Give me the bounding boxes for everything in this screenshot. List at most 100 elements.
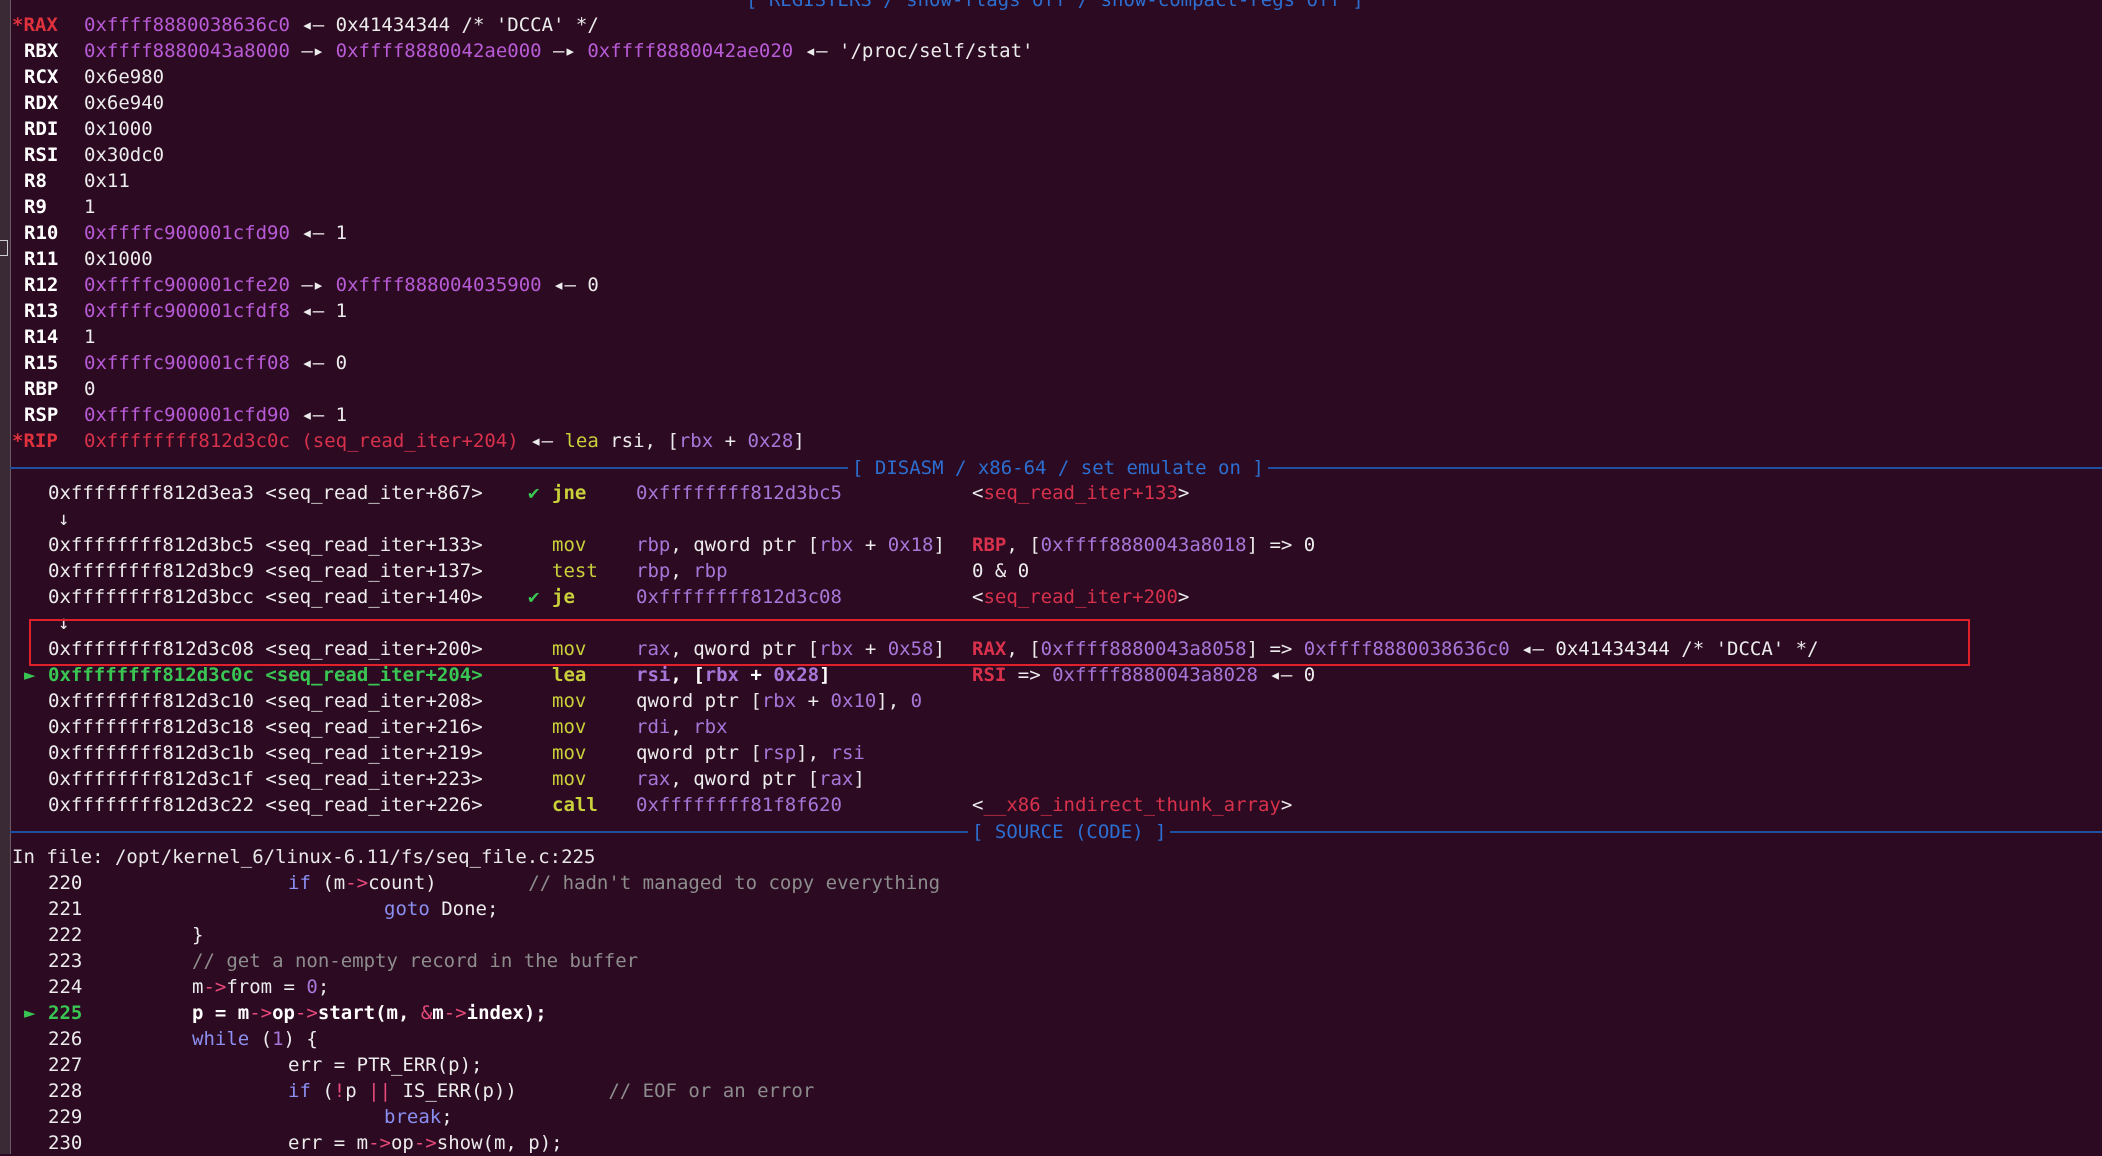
highlighted-instruction-box — [29, 619, 1970, 666]
code-token: ; — [317, 976, 330, 998]
register-name: R13 — [24, 300, 59, 322]
register-value-part: ◂— — [289, 404, 336, 426]
register-value-part: 1 — [84, 326, 96, 348]
register-value: 0xffffc900001cfd90 ◂— 1 — [84, 402, 347, 428]
register-value-part: 0x11 — [84, 170, 130, 192]
instruction-annotation: <seq_read_iter+133> — [972, 480, 1189, 506]
source-line: 222} — [0, 922, 2100, 948]
annotation-part: 0 & 0 — [972, 560, 1030, 582]
code-token: -> — [203, 976, 227, 998]
instruction-row: 0xffffffff812d3ea3 <seq_read_iter+867> ✔ j… — [0, 480, 2100, 506]
instruction-address: 0xffffffff812d3c1b <seq_read_iter+219> — [48, 742, 483, 764]
register-name: *RAX — [12, 14, 58, 36]
register-value: 0xffffc900001cff08 ◂— 0 — [84, 350, 347, 376]
line-number: 224 — [48, 976, 83, 998]
operand-part: rdi — [636, 716, 671, 738]
source-line: 223 // get a non-empty record in the buff… — [0, 948, 2100, 974]
operand-part: rbx — [704, 664, 739, 686]
source-line: 226 while (1) { — [0, 1026, 2100, 1052]
annotation-part: ◂— 0 — [1258, 664, 1316, 686]
instruction-address: 0xffffffff812d3c22 <seq_read_iter+226> — [48, 794, 483, 816]
annotation-part: < — [972, 586, 984, 608]
register-value: 0xffffc900001cfe20 —▸ 0xffff888004035900… — [84, 272, 599, 298]
instruction-annotation: <__x86_indirect_thunk_array> — [972, 792, 1292, 818]
register-name: RBP — [24, 378, 59, 400]
register-value-part: 0 — [587, 274, 599, 296]
register-value-part: 0x1000 — [84, 118, 153, 140]
code-token: -> — [294, 1002, 318, 1024]
operand-part: rbp — [636, 534, 671, 556]
register-value-part: 0xffffc900001cff08 — [84, 352, 290, 374]
operand-part: , [ — [670, 664, 705, 686]
source-code: m->from = 0; — [192, 974, 329, 1000]
code-token: goto — [384, 898, 430, 920]
code-token: // get a non-empty record in the buffer — [192, 950, 639, 972]
operand-part: ] — [853, 768, 865, 790]
register-value-part: —▸ — [289, 274, 336, 296]
register-value-part: 0xffffc900001cfd90 — [84, 222, 290, 244]
register-name: RSP — [24, 404, 59, 426]
register-name: R8 — [24, 170, 47, 192]
register-row: RSP 0xffffc900001cfd90 ◂— 1 — [0, 402, 2100, 428]
gdb-terminal[interactable]: [ REGISTERS / show-flags off / show-comp… — [0, 0, 2102, 1154]
code-token: start(m, — [317, 1002, 421, 1024]
annotation-part: RBP — [972, 534, 1007, 556]
line-number: 220 — [48, 872, 83, 894]
instruction-operands: rbp, qword ptr [rbx + 0x18] — [636, 532, 945, 558]
source-code: err = PTR_ERR(p); — [288, 1052, 482, 1078]
code-token: ( — [310, 1080, 334, 1102]
instruction-address: 0xffffffff812d3c18 <seq_read_iter+216> — [48, 716, 483, 738]
register-value: 0xffffc900001cfd90 ◂— 1 — [84, 220, 347, 246]
register-row: RCX 0x6e980 — [0, 64, 2100, 90]
register-row: *RIP 0xffffffff812d3c0c (seq_read_iter+20… — [0, 428, 2100, 454]
register-value-part: '/proc/self/stat' — [839, 40, 1034, 62]
register-value: 0x1000 — [84, 246, 153, 272]
annotation-part: ] => 0 — [1246, 534, 1316, 556]
current-source-line: ► 225 p = m->op->start(m, &m->index); — [0, 1000, 2100, 1026]
source-code: if (m->count) // hadn't managed to copy … — [288, 870, 940, 896]
instruction-row: 0xffffffff812d3bc9 <seq_read_iter+137> te… — [0, 558, 2100, 584]
operand-part: 0x18 — [887, 534, 934, 556]
register-value-part: 1 — [335, 222, 348, 244]
annotation-part: 0xffff8880043a8028 — [1052, 664, 1258, 686]
code-token: || — [368, 1080, 392, 1102]
code-token: -> — [345, 872, 369, 894]
operand-part: qword ptr [ — [636, 742, 762, 764]
register-value-part: 0xffffc900001cfd90 — [84, 404, 290, 426]
register-name: R14 — [24, 326, 59, 348]
instruction-operands: 0xffffffff81f8f620 — [636, 792, 842, 818]
line-number: 230 — [48, 1132, 83, 1154]
source-code: p = m->op->start(m, &m->index); — [192, 1000, 547, 1026]
instruction-row: 0xffffffff812d3bc5 <seq_read_iter+133> mo… — [0, 532, 2100, 558]
register-value-part: 0xffff8880038636c0 — [84, 14, 290, 36]
register-value: 0x6e940 — [84, 90, 164, 116]
line-number: 226 — [48, 1028, 83, 1050]
register-name: *RIP — [12, 430, 58, 452]
register-row: R14 1 — [0, 324, 2100, 350]
operand-part: 0 — [910, 690, 923, 712]
register-value-part: ◂— — [289, 14, 336, 36]
code-token: index); — [466, 1002, 547, 1024]
instruction-annotation: <seq_read_iter+200> — [972, 584, 1189, 610]
code-token: -> — [368, 1132, 391, 1154]
instruction-row: 0xffffffff812d3c1b <seq_read_iter+219> mo… — [0, 740, 2100, 766]
register-value-part: + — [713, 430, 748, 452]
source-banner: [ SOURCE (CODE) ] — [968, 819, 1171, 845]
operand-part: qword ptr [ — [636, 690, 762, 712]
operand-part: rsp — [761, 742, 797, 764]
operand-part: , qword ptr [ — [670, 534, 820, 556]
register-row: R15 0xffffc900001cff08 ◂— 0 — [0, 350, 2100, 376]
instruction-operands: 0xffffffff812d3c08 — [636, 584, 842, 610]
register-value-part: 1 — [335, 300, 348, 322]
code-token: ; — [441, 1106, 453, 1128]
code-token: op — [272, 1002, 295, 1024]
operand-part: , qword ptr [ — [670, 768, 820, 790]
code-token: while — [192, 1028, 250, 1050]
instruction-row: 0xffffffff812d3c22 <seq_read_iter+226> ca… — [0, 792, 2100, 818]
register-value-part: 0 — [84, 378, 96, 400]
register-value: 0 — [84, 376, 95, 402]
instruction-operands: rbp, rbp — [636, 558, 728, 584]
register-value-part: 1 — [84, 196, 96, 218]
source-line: 220 if (m->count) // hadn't managed to co… — [0, 870, 2100, 896]
register-value: 0xffffffff812d3c0c (seq_read_iter+204) ◂… — [84, 428, 805, 454]
